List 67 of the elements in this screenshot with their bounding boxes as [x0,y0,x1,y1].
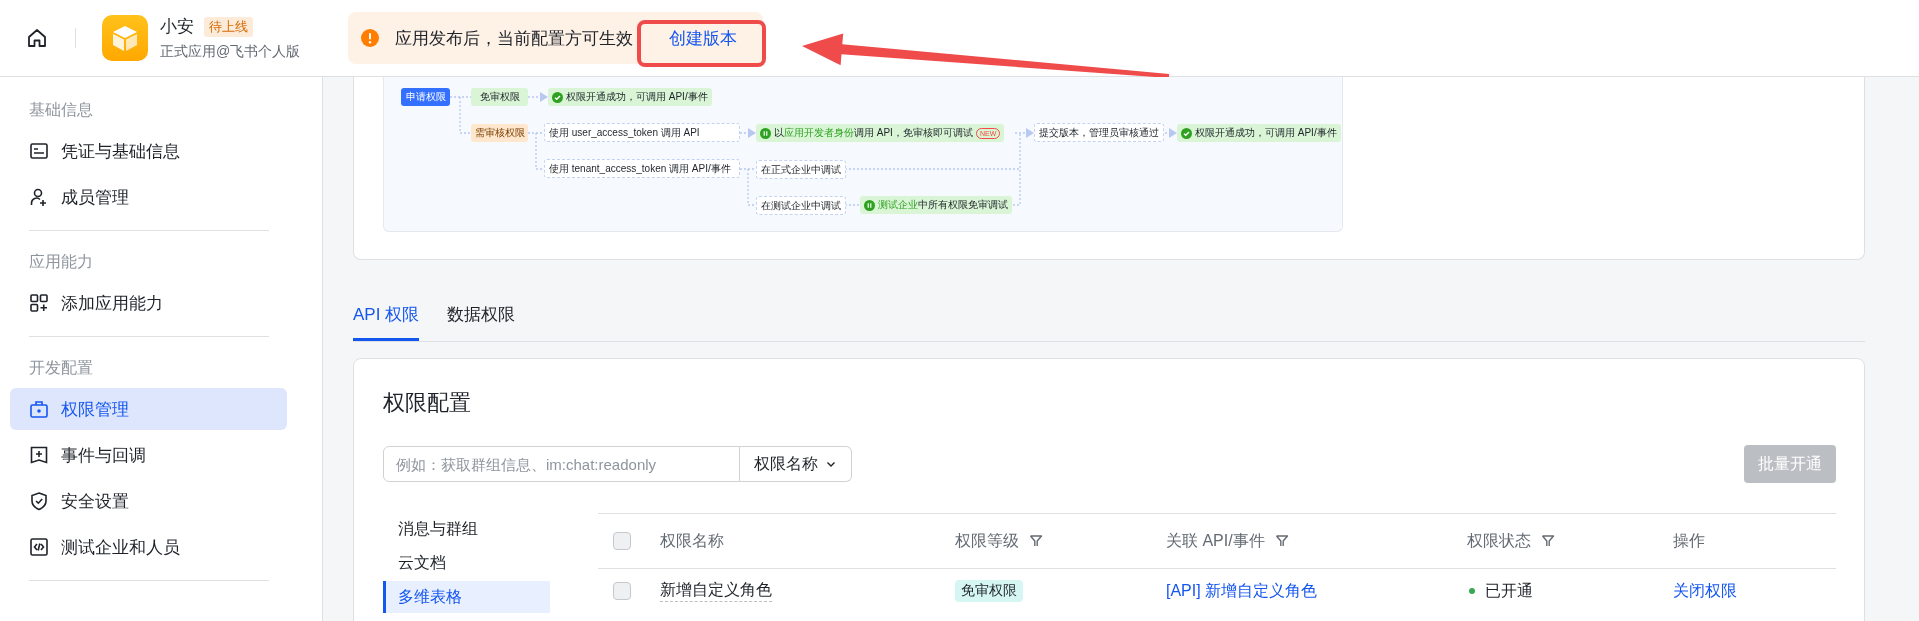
sidebar-item[interactable]: 测试企业和人员 [10,526,287,568]
node-label: 在正式企业中调试 [761,164,841,175]
add-person-icon [29,187,49,207]
checkbox[interactable] [613,532,631,550]
node-label: 在测试企业中调试 [761,200,841,211]
check-icon [552,91,563,103]
checkbox[interactable] [613,582,631,600]
connector-line [527,132,545,170]
connector-line [449,96,472,134]
id-card-icon [29,141,49,161]
api-link[interactable]: [API] 新增自定义角色 [1166,580,1318,602]
node-label: 申请权限 [405,92,446,102]
node-label: 权限开通成功，可调用 API/事件 [1195,128,1337,138]
sidebar-item[interactable]: 安全设置 [10,480,287,522]
sidebar-item[interactable]: 添加应用能力 [10,282,287,324]
level-tag: 免审权限 [955,580,1023,602]
sidebar-item[interactable]: 权限管理 [10,388,287,430]
node-label: 使用 tenant_access_token 调用 API/事件 [549,163,731,174]
node-label: 提交版本，管理员审核通过 [1039,127,1159,138]
sidebar-item[interactable]: 成员管理 [10,176,287,218]
briefcase-icon [29,399,49,419]
sidebar-item[interactable]: 事件与回调 [10,434,287,476]
app-name: 小安 [160,16,194,38]
code-icon [29,537,49,557]
node-label: 需审核权限 [474,128,525,138]
node-label: 免审权限 [479,92,520,102]
search-field[interactable]: 例如：获取群组信息、im:chat:readonly [383,446,740,482]
node-label: 使用 user_access_token 调用 API [549,127,700,138]
warning-icon [361,29,379,47]
permission-name: 新增自定义角色 [660,580,772,602]
section-title: 开发配置 [28,358,94,378]
box-plus-icon [29,445,49,465]
pause-icon [864,199,875,211]
node-label: 测试企业中所有权限免审调试 [878,200,1008,210]
section-title: 基础信息 [28,100,94,120]
pause-icon [760,127,771,139]
check-icon [1181,127,1192,139]
category-item[interactable]: 云文档 [383,547,550,579]
notice-message: 应用发布后，当前配置方可生效 [395,27,633,50]
status-badge: 待上线 [204,16,253,37]
column-header: 操作 [1673,530,1705,551]
column-header: 权限状态 [1467,530,1531,551]
scope-dropdown[interactable]: 权限名称 [740,446,852,482]
app-logo [102,15,148,61]
close-permission-link[interactable]: 关闭权限 [1673,580,1737,602]
arrow [527,92,548,102]
section-title: 应用能力 [28,252,94,272]
node-label: 以应用开发者身份调用 API，免审核即可调试 [774,128,973,138]
grid-plus-icon [29,293,49,313]
shield-check-icon [29,491,49,511]
filter-icon[interactable] [1541,534,1555,548]
column-header: 关联 API/事件 [1166,530,1265,551]
sidebar-item[interactable]: 凭证与基础信息 [10,130,287,172]
filter-icon[interactable] [1029,534,1043,548]
tab[interactable]: API 权限 [353,300,420,341]
column-header: 权限名称 [660,530,724,551]
column-header: 权限等级 [955,530,1019,551]
app-subtitle: 正式应用@飞书个人版 [160,43,302,61]
tab[interactable]: 数据权限 [447,300,516,341]
filter-icon[interactable] [1274,534,1289,548]
node-label: 权限开通成功，可调用 API/事件 [566,92,708,102]
home-icon[interactable] [27,28,47,48]
section-heading: 权限配置 [383,389,472,417]
category-item[interactable]: 消息与群组 [383,513,550,545]
create-version-link[interactable]: 创建版本 [669,26,737,50]
status-text: 已开通 [1485,580,1533,601]
category-item[interactable]: 多维表格 [383,581,550,613]
